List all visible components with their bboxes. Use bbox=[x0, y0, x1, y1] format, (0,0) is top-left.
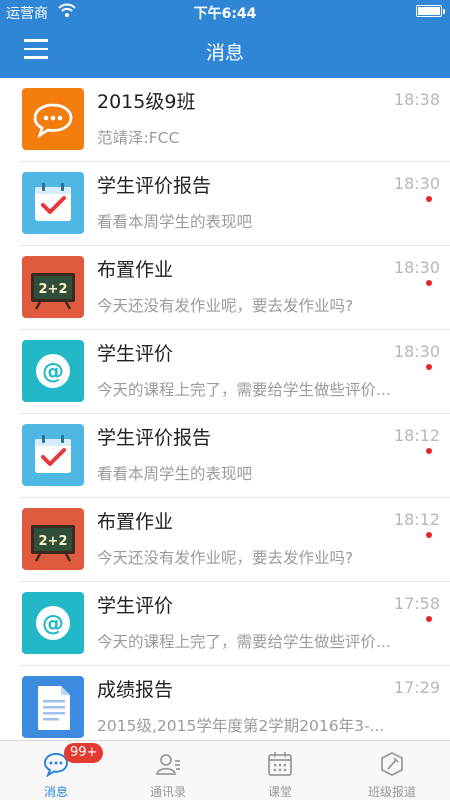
page-title: 消息 bbox=[205, 42, 244, 64]
tab-bar: 99+ 消息 通讯录 课堂 班级报道 bbox=[0, 740, 450, 800]
message-list-item[interactable]: @ 学生评价 18:30 今天的课程上完了，需要给学生做些评价... bbox=[20, 330, 450, 414]
tab-label: 通讯录 bbox=[149, 785, 186, 799]
tab-label: 班级报道 bbox=[367, 785, 416, 799]
chat-bubble-icon bbox=[22, 88, 84, 150]
calendar-check-icon bbox=[22, 424, 84, 486]
at-sign-icon: @ bbox=[22, 340, 84, 402]
unread-dot bbox=[426, 448, 432, 454]
status-bar: 运营商 下午6:44 bbox=[0, 0, 450, 22]
message-preview: 今天还没有发作业呢，要去发作业吗? bbox=[97, 549, 354, 567]
svg-text:@: @ bbox=[42, 612, 64, 637]
unread-dot bbox=[426, 364, 432, 370]
message-sender: 学生评价 bbox=[97, 343, 174, 365]
message-list-item[interactable]: 学生评价报告 18:12 看看本周学生的表现吧 bbox=[20, 414, 450, 498]
unread-dot bbox=[426, 196, 432, 202]
unread-dot bbox=[426, 280, 432, 286]
message-sender: 2015级9班 bbox=[97, 91, 196, 113]
message-time: 18:12 bbox=[393, 510, 440, 529]
tab-classroom[interactable]: 课堂 bbox=[224, 741, 336, 800]
message-time: 18:38 bbox=[393, 90, 440, 109]
tab-messages[interactable]: 99+ 消息 bbox=[0, 741, 112, 800]
message-list-item[interactable]: @ 学生评价 17:58 今天的课程上完了，需要给学生做些评价... bbox=[20, 582, 450, 666]
message-time: 18:12 bbox=[393, 426, 440, 445]
message-sender: 学生评价报告 bbox=[97, 175, 212, 197]
nav-bar: 消息 bbox=[0, 22, 450, 78]
tab-label: 课堂 bbox=[267, 785, 292, 799]
unread-dot bbox=[426, 532, 432, 538]
contacts-icon bbox=[154, 750, 182, 778]
at-sign-icon: @ bbox=[22, 592, 84, 654]
message-preview: 今天的课程上完了，需要给学生做些评价... bbox=[97, 633, 391, 651]
message-list-item[interactable]: 2+2 布置作业 18:30 今天还没有发作业呢，要去发作业吗? bbox=[20, 246, 450, 330]
document-icon bbox=[22, 676, 84, 738]
message-preview: 看看本周学生的表现吧 bbox=[97, 213, 253, 231]
chalkboard-icon: 2+2 bbox=[22, 256, 84, 318]
message-time: 17:29 bbox=[393, 678, 440, 697]
clock: 下午6:44 bbox=[193, 6, 257, 22]
unread-badge: 99+ bbox=[64, 743, 104, 763]
message-list-item[interactable]: 2015级9班 18:38 范靖泽:FCC bbox=[20, 78, 450, 162]
message-list-item[interactable]: 学生评价报告 18:30 看看本周学生的表现吧 bbox=[20, 162, 450, 246]
message-preview: 范靖泽:FCC bbox=[97, 129, 180, 147]
svg-text:@: @ bbox=[42, 360, 64, 385]
message-time: 18:30 bbox=[393, 174, 440, 193]
message-preview: 今天还没有发作业呢，要去发作业吗? bbox=[97, 297, 354, 315]
battery-icon bbox=[416, 5, 445, 17]
message-preview: 2015级,2015学年度第2学期2016年3-... bbox=[97, 717, 385, 735]
chalkboard-icon: 2+2 bbox=[22, 508, 84, 570]
message-list[interactable]: 2015级9班 18:38 范靖泽:FCC 学生评价报告 18:30 看看本周学生的表现吧… bbox=[0, 78, 450, 740]
message-list-item[interactable]: 成绩报告 17:29 2015级,2015学年度第2学期2016年3-... bbox=[20, 666, 450, 740]
edit-report-icon bbox=[378, 750, 406, 778]
message-time: 18:30 bbox=[393, 258, 440, 277]
message-sender: 布置作业 bbox=[97, 259, 174, 281]
svg-text:2+2: 2+2 bbox=[39, 534, 68, 549]
message-preview: 今天的课程上完了，需要给学生做些评价... bbox=[97, 381, 391, 399]
tab-class-report[interactable]: 班级报道 bbox=[336, 741, 448, 800]
message-time: 18:30 bbox=[393, 342, 440, 361]
message-sender: 学生评价报告 bbox=[97, 427, 212, 449]
svg-text:2+2: 2+2 bbox=[39, 282, 68, 297]
message-preview: 看看本周学生的表现吧 bbox=[97, 465, 253, 483]
message-list-item[interactable]: 2+2 布置作业 18:12 今天还没有发作业呢，要去发作业吗? bbox=[20, 498, 450, 582]
calendar-grid-icon bbox=[266, 750, 294, 778]
message-time: 17:58 bbox=[393, 594, 440, 613]
tab-contacts[interactable]: 通讯录 bbox=[112, 741, 224, 800]
message-sender: 学生评价 bbox=[97, 595, 174, 617]
message-sender: 成绩报告 bbox=[97, 679, 174, 701]
calendar-check-icon bbox=[22, 172, 84, 234]
unread-dot bbox=[426, 616, 432, 622]
tab-label: 消息 bbox=[43, 785, 68, 799]
message-sender: 布置作业 bbox=[97, 511, 174, 533]
